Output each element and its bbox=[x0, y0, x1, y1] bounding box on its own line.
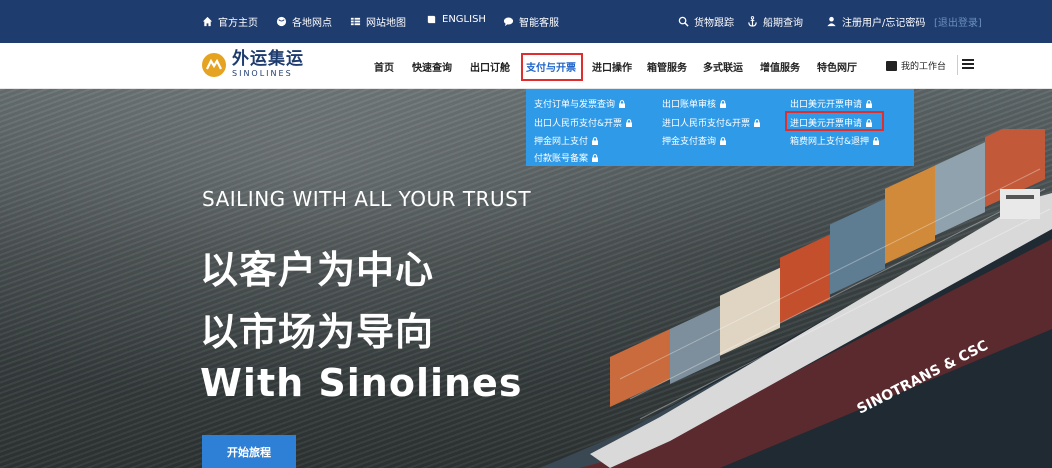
hero-slogan-line-2: 以市场为导向 bbox=[200, 310, 435, 354]
chat-icon bbox=[503, 16, 514, 27]
lock-icon bbox=[865, 118, 873, 127]
grid-icon bbox=[350, 16, 361, 27]
lock-icon bbox=[625, 118, 633, 127]
payment-invoice-dropdown: 支付订单与发票查询 出口账单审核 出口美元开票申请 出口人民币支付&开票 进口人… bbox=[526, 89, 914, 166]
dropdown-item-import-usd-invoice[interactable]: 进口美元开票申请 bbox=[790, 116, 873, 129]
topbar-branches-link[interactable]: 各地网点 bbox=[276, 14, 332, 29]
container-ship-illustration: SINOTRANS & CSC bbox=[540, 129, 1052, 468]
topbar-schedule-label: 船期查询 bbox=[763, 18, 803, 29]
dropdown-item-label: 箱费网上支付&退押 bbox=[790, 137, 870, 147]
lock-icon bbox=[719, 136, 727, 145]
dropdown-item-label: 出口美元开票申请 bbox=[790, 100, 863, 110]
lock-icon bbox=[591, 153, 599, 162]
book-icon bbox=[426, 14, 437, 25]
dropdown-item-label: 押金支付查询 bbox=[662, 137, 717, 147]
hamburger-menu-icon[interactable] bbox=[962, 59, 974, 69]
topbar-sitemap-link[interactable]: 网站地图 bbox=[350, 14, 406, 29]
home-icon bbox=[202, 16, 213, 27]
lock-icon bbox=[719, 99, 727, 108]
dropdown-item-export-bill-review[interactable]: 出口账单审核 bbox=[662, 97, 727, 110]
nav-payment-invoice[interactable]: 支付与开票 bbox=[526, 59, 576, 74]
globe-icon bbox=[276, 16, 287, 27]
hero-subtitle: SAILING WITH ALL YOUR TRUST bbox=[202, 187, 532, 211]
topbar-english-link[interactable]: ENGLISH bbox=[426, 14, 486, 25]
lock-icon bbox=[872, 136, 880, 145]
topbar-schedule-link[interactable]: 船期查询 bbox=[747, 14, 803, 29]
lock-icon bbox=[753, 118, 761, 127]
nav-home[interactable]: 首页 bbox=[374, 59, 394, 74]
topbar-chat-link[interactable]: 智能客服 bbox=[503, 14, 559, 29]
dropdown-item-label: 出口人民币支付&开票 bbox=[534, 119, 623, 129]
hero-slogan-line-3: With Sinolines bbox=[200, 361, 523, 405]
briefcase-icon bbox=[886, 60, 897, 71]
nav-import-operations[interactable]: 进口操作 bbox=[592, 59, 632, 74]
anchor-icon bbox=[747, 16, 758, 27]
dropdown-item-label: 出口账单审核 bbox=[662, 100, 717, 110]
dropdown-item-order-invoice-query[interactable]: 支付订单与发票查询 bbox=[534, 97, 626, 110]
logo-english-text: SINOLINES bbox=[232, 69, 293, 78]
nav-special-hall[interactable]: 特色网厅 bbox=[817, 59, 857, 74]
nav-container-services[interactable]: 箱管服务 bbox=[647, 59, 687, 74]
search-icon bbox=[678, 16, 689, 27]
site-logo[interactable]: 外运集运 SINOLINES bbox=[202, 51, 304, 78]
topbar-branches-label: 各地网点 bbox=[292, 18, 332, 29]
topbar-cargo-tracking-link[interactable]: 货物跟踪 bbox=[678, 14, 734, 29]
my-workbench-link[interactable]: 我的工作台 bbox=[886, 59, 946, 72]
nav-export-booking[interactable]: 出口订舱 bbox=[470, 59, 510, 74]
dropdown-item-label: 付款账号备案 bbox=[534, 154, 589, 164]
topbar-home-label: 官方主页 bbox=[218, 18, 258, 29]
dropdown-item-label: 进口人民币支付&开票 bbox=[662, 119, 751, 129]
topbar-english-label: ENGLISH bbox=[442, 14, 486, 25]
topbar-register-link[interactable]: 注册用户/忘记密码 bbox=[826, 14, 925, 29]
dropdown-item-deposit-payment-query[interactable]: 押金支付查询 bbox=[662, 134, 727, 147]
dropdown-item-container-fee-payment[interactable]: 箱费网上支付&退押 bbox=[790, 134, 880, 147]
dropdown-item-label: 进口美元开票申请 bbox=[790, 119, 863, 129]
topbar-cargo-tracking-label: 货物跟踪 bbox=[694, 18, 734, 29]
dropdown-item-label: 押金网上支付 bbox=[534, 137, 589, 147]
dropdown-item-export-rmb-payment[interactable]: 出口人民币支付&开票 bbox=[534, 116, 633, 129]
logo-mark-icon bbox=[202, 52, 226, 77]
topbar-logout-label: [退出登录] bbox=[934, 18, 982, 29]
topbar-logout-link[interactable]: [退出登录] bbox=[934, 14, 982, 29]
topbar-chat-label: 智能客服 bbox=[519, 18, 559, 29]
hero-slogan-line-1: 以客户为中心 bbox=[200, 248, 435, 292]
logo-chinese-text: 外运集运 bbox=[232, 49, 304, 69]
nav-divider bbox=[957, 55, 958, 75]
top-utility-bar: 官方主页 各地网点 网站地图 ENGLISH 智能客服 货物跟踪 船期查询 注册… bbox=[0, 0, 1052, 43]
topbar-home-link[interactable]: 官方主页 bbox=[202, 14, 258, 29]
user-icon bbox=[826, 16, 837, 27]
dropdown-item-payment-account-filing[interactable]: 付款账号备案 bbox=[534, 151, 599, 164]
dropdown-item-deposit-online-payment[interactable]: 押金网上支付 bbox=[534, 134, 599, 147]
topbar-sitemap-label: 网站地图 bbox=[366, 18, 406, 29]
main-navbar: 外运集运 SINOLINES 首页 快速查询 出口订舱 支付与开票 进口操作 箱… bbox=[0, 43, 1052, 89]
topbar-register-label: 注册用户/忘记密码 bbox=[842, 18, 926, 29]
lock-icon bbox=[618, 99, 626, 108]
dropdown-item-import-rmb-payment[interactable]: 进口人民币支付&开票 bbox=[662, 116, 761, 129]
workbench-label: 我的工作台 bbox=[901, 62, 947, 72]
nav-value-added[interactable]: 增值服务 bbox=[760, 59, 800, 74]
dropdown-item-label: 支付订单与发票查询 bbox=[534, 100, 616, 110]
dropdown-item-export-usd-invoice[interactable]: 出口美元开票申请 bbox=[790, 97, 873, 110]
start-journey-button[interactable]: 开始旅程 bbox=[202, 435, 296, 468]
nav-quick-query[interactable]: 快速查询 bbox=[412, 59, 452, 74]
lock-icon bbox=[865, 99, 873, 108]
lock-icon bbox=[591, 136, 599, 145]
nav-multimodal[interactable]: 多式联运 bbox=[703, 59, 743, 74]
